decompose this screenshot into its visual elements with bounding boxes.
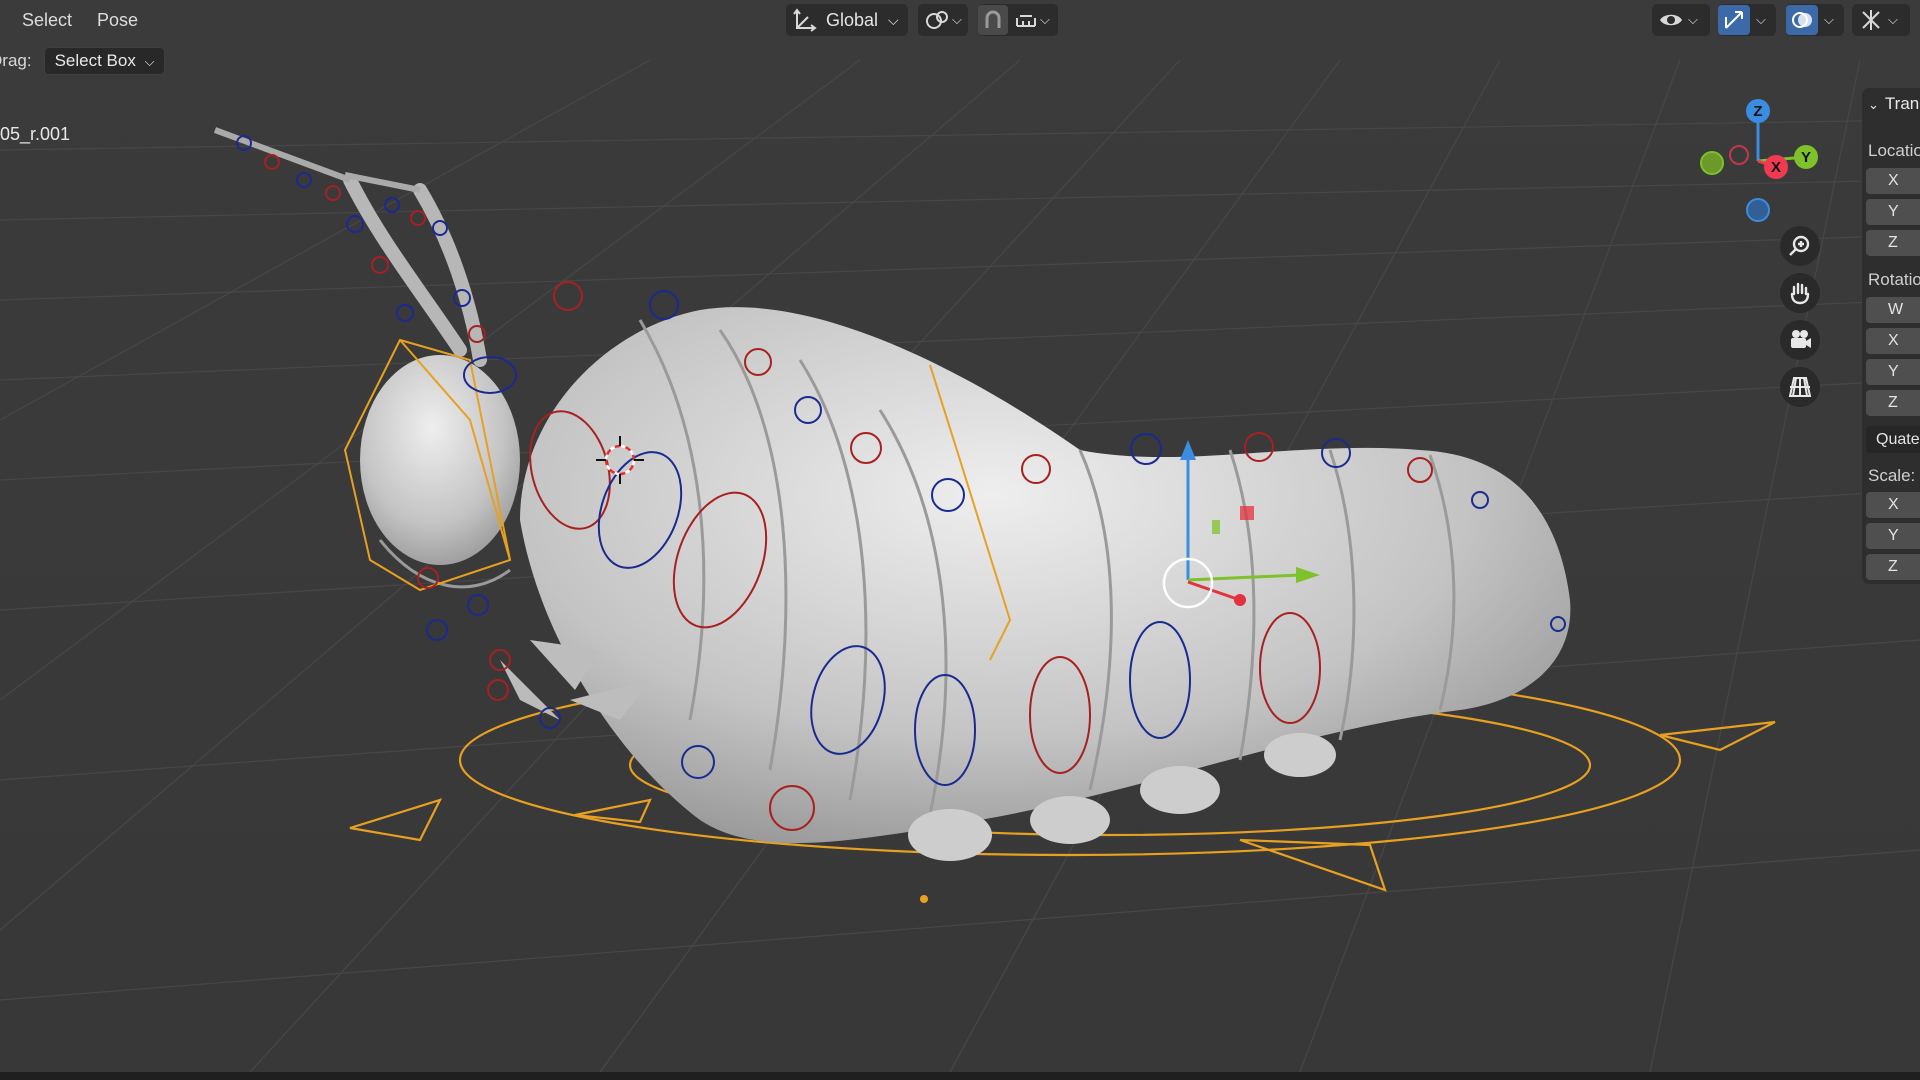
rotation-x-field[interactable]: X bbox=[1866, 328, 1920, 354]
field-label: Y bbox=[1888, 527, 1899, 544]
location-z-field[interactable]: Z bbox=[1866, 230, 1920, 256]
field-label: Z bbox=[1888, 394, 1898, 411]
gizmo-button[interactable] bbox=[1718, 5, 1750, 35]
location-label: Locatio bbox=[1868, 141, 1920, 160]
zoom-button[interactable] bbox=[1780, 226, 1820, 266]
camera-view-button[interactable] bbox=[1780, 320, 1820, 360]
x-axis-handle[interactable]: X bbox=[1764, 155, 1788, 179]
chevron-down-icon: ⌵ bbox=[1688, 12, 1698, 27]
chevron-down-icon: ⌵ bbox=[1040, 12, 1050, 27]
transform-orientation-icon bbox=[793, 8, 817, 32]
zoom-icon bbox=[1789, 235, 1810, 256]
scale-label: Scale: bbox=[1868, 466, 1916, 485]
drag-label: Drag: bbox=[0, 51, 32, 70]
bone-overlay-dropdown[interactable]: ⌵ bbox=[1852, 4, 1910, 36]
rotation-y-field[interactable]: Y bbox=[1866, 359, 1920, 385]
visibility-dropdown[interactable]: ⌵ bbox=[1652, 4, 1710, 36]
active-object-name: 05_r.001 bbox=[0, 124, 71, 144]
scale-y-field[interactable]: Y bbox=[1866, 523, 1920, 549]
grid-perspective-icon bbox=[1788, 377, 1812, 397]
chevron-down-icon: ⌄ bbox=[1868, 97, 1879, 112]
rotation-mode-value: Quate bbox=[1876, 430, 1920, 448]
drag-mode-dropdown[interactable]: Select Box ⌵ bbox=[43, 47, 166, 75]
navigation-gizmo[interactable]: Z Y X bbox=[1680, 95, 1820, 225]
snap-increment-icon bbox=[1016, 15, 1036, 27]
transform-orientation-dropdown[interactable]: Global ⌵ bbox=[786, 4, 908, 36]
menu-select[interactable]: Select bbox=[16, 8, 78, 33]
overlays-icon bbox=[1792, 12, 1812, 28]
chevron-down-icon: ⌵ bbox=[144, 54, 155, 69]
field-label: W bbox=[1888, 301, 1904, 318]
overlays-toggle[interactable]: ⌵ bbox=[1786, 4, 1844, 36]
gizmo-icon bbox=[1725, 11, 1743, 29]
field-label: Y bbox=[1888, 203, 1899, 220]
orientation-label: Global bbox=[826, 9, 879, 30]
rotation-z-field[interactable]: Z bbox=[1866, 390, 1920, 416]
location-y-field[interactable]: Y bbox=[1866, 199, 1920, 225]
y-axis-label: Y bbox=[1800, 148, 1811, 166]
pivot-point-dropdown[interactable]: ⌵ bbox=[918, 4, 968, 36]
bone-overlay-icon bbox=[1862, 10, 1880, 30]
chevron-down-icon: ⌵ bbox=[1824, 12, 1834, 27]
neg-z-axis-handle[interactable] bbox=[1746, 198, 1770, 222]
menu-pose[interactable]: Pose bbox=[91, 8, 144, 33]
x-axis-label: X bbox=[1770, 158, 1781, 176]
field-label: X bbox=[1888, 332, 1899, 349]
z-axis-label: Z bbox=[1753, 102, 1763, 120]
gizmo-toggle[interactable]: ⌵ bbox=[1718, 4, 1776, 36]
overlays-button[interactable] bbox=[1786, 5, 1818, 35]
z-axis-handle[interactable]: Z bbox=[1746, 99, 1770, 123]
section-title: Tran bbox=[1884, 94, 1920, 113]
neg-y-axis-handle[interactable] bbox=[1700, 151, 1724, 175]
drag-mode-value: Select Box bbox=[54, 51, 136, 70]
perspective-toggle-button[interactable] bbox=[1780, 367, 1820, 407]
hand-icon bbox=[1790, 282, 1810, 305]
sidebar-transform-panel: ⌄ Tran Locatio X Y Z Rotatio W X Y Z Quat… bbox=[1862, 88, 1920, 584]
pan-button[interactable] bbox=[1780, 273, 1820, 313]
y-axis-handle[interactable]: Y bbox=[1794, 145, 1818, 169]
rotation-w-field[interactable]: W bbox=[1866, 297, 1920, 323]
location-x-field[interactable]: X bbox=[1866, 168, 1920, 194]
rotation-label: Rotatio bbox=[1868, 270, 1920, 289]
snap-icon bbox=[985, 10, 1001, 28]
chevron-down-icon: ⌵ bbox=[952, 12, 962, 27]
viewport-scene[interactable] bbox=[0, 0, 1920, 1072]
chevron-down-icon: ⌵ bbox=[888, 11, 899, 28]
scale-x-field[interactable]: X bbox=[1866, 492, 1920, 518]
chevron-down-icon: ⌵ bbox=[1888, 12, 1898, 27]
field-label: X bbox=[1888, 496, 1899, 513]
camera-icon bbox=[1791, 330, 1811, 348]
field-label: Z bbox=[1888, 234, 1898, 251]
snap-toggle[interactable] bbox=[978, 5, 1008, 35]
chevron-down-icon: ⌵ bbox=[1756, 12, 1766, 27]
transform-section-header[interactable]: ⌄ Tran bbox=[1868, 94, 1919, 114]
status-bar-edge bbox=[0, 1072, 1920, 1080]
scale-z-field[interactable]: Z bbox=[1866, 554, 1920, 580]
3d-viewport[interactable] bbox=[0, 0, 1920, 1072]
viewport-header: Select Pose Global ⌵ ⌵ ⌵ ⌵ ⌵ ⌵ ⌵ bbox=[0, 0, 1920, 42]
tool-options-bar: Drag: Select Box ⌵ bbox=[0, 47, 166, 75]
field-label: Y bbox=[1888, 363, 1899, 380]
visibility-icon bbox=[1660, 14, 1682, 26]
snapping-controls[interactable]: ⌵ bbox=[978, 4, 1058, 36]
rotation-mode-dropdown[interactable]: Quate bbox=[1866, 426, 1920, 453]
neg-x-axis-handle[interactable] bbox=[1729, 145, 1749, 165]
field-label: Z bbox=[1888, 558, 1898, 575]
pivot-icon bbox=[926, 11, 948, 29]
origin-point bbox=[920, 895, 928, 903]
field-label: X bbox=[1888, 172, 1899, 189]
